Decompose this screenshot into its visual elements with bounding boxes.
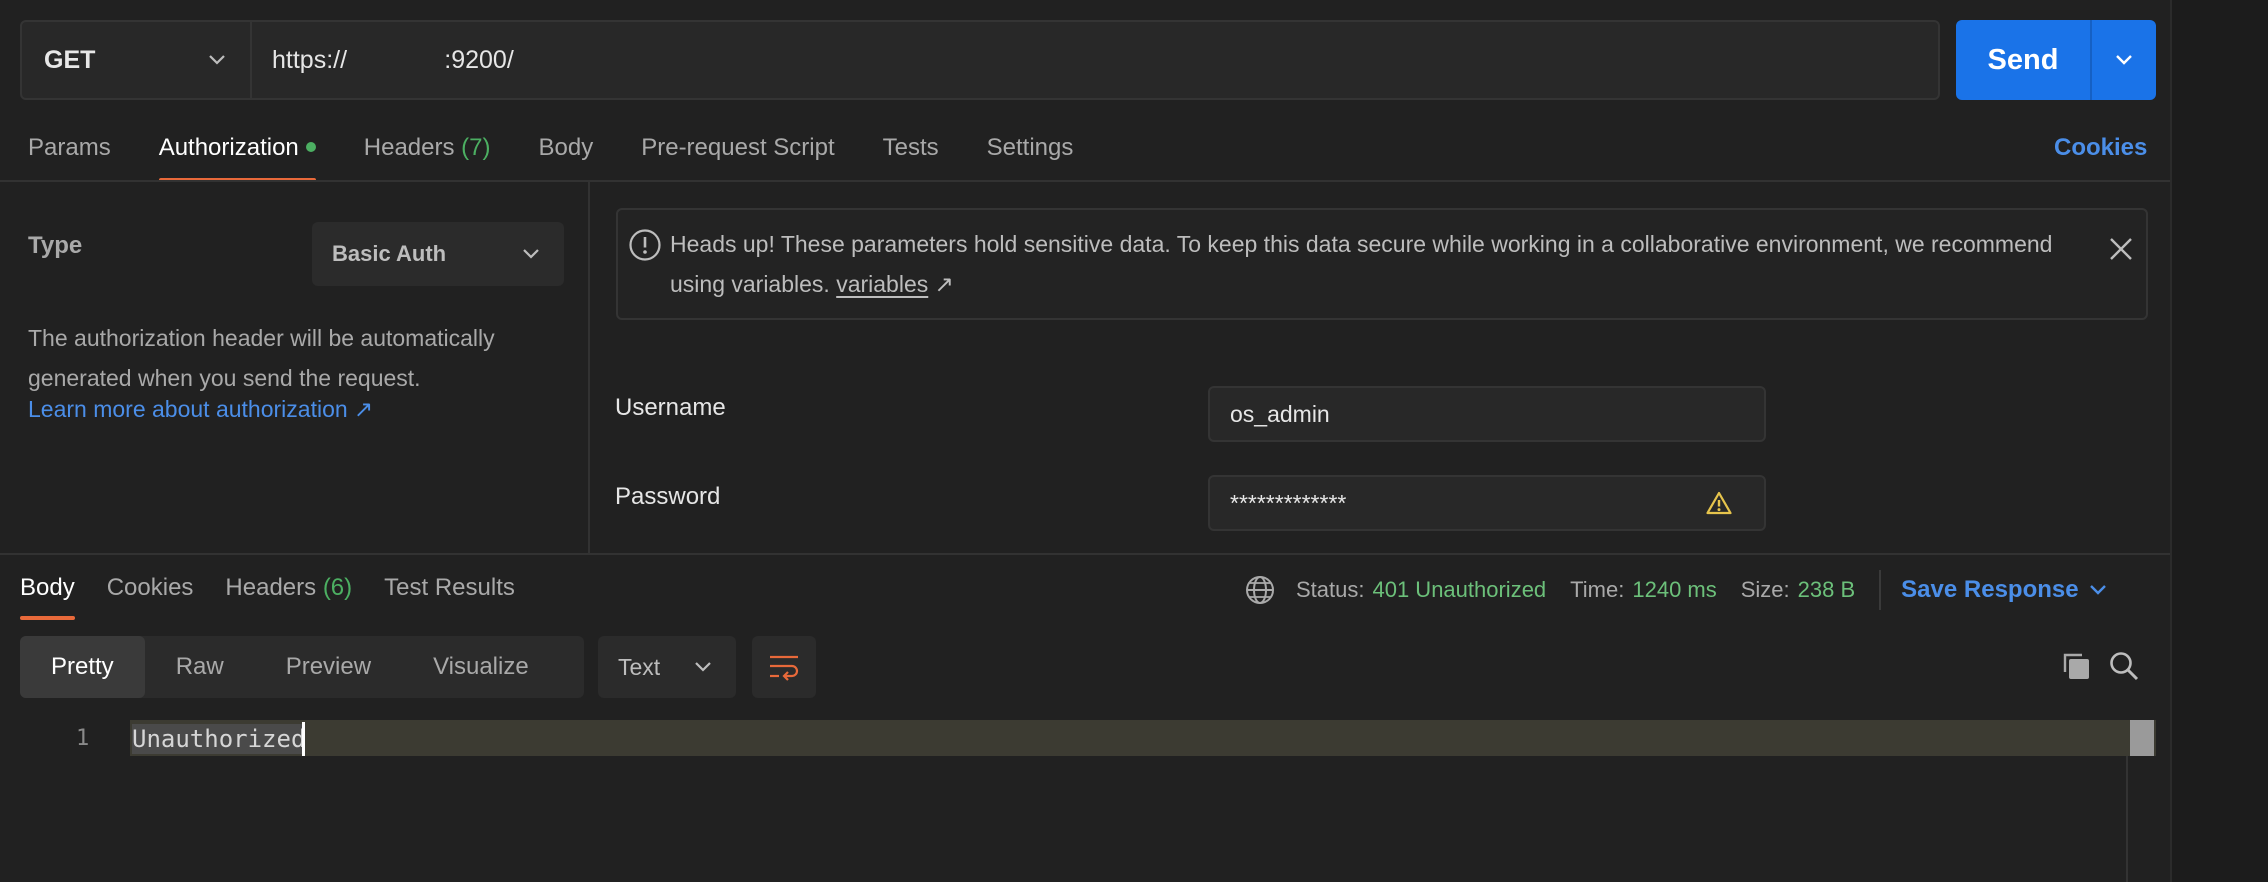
password-input[interactable]: ************* (1208, 475, 1766, 531)
response-body-text[interactable]: Unauthorized (132, 724, 306, 754)
method-select[interactable]: GET (22, 22, 252, 98)
auth-type-value: Basic Auth (332, 241, 447, 266)
format-visualize-button[interactable]: Visualize (402, 636, 560, 698)
auth-type-select[interactable]: Basic Auth (312, 222, 564, 286)
chevron-down-icon[interactable] (2089, 584, 2107, 596)
response-status-bar: Status: 401 Unauthorized Time: 1240 ms S… (1244, 570, 2107, 610)
body-format-switcher: Pretty Raw Preview Visualize (20, 636, 584, 698)
status-separator (1879, 570, 1882, 610)
password-value: ************* (1230, 489, 1347, 516)
time-label: Time: (1570, 577, 1625, 602)
size-value[interactable]: 238 B (1798, 577, 1856, 603)
headers-count: (7) (461, 134, 491, 161)
method-label: GET (44, 45, 96, 74)
text-caret (302, 722, 305, 756)
line-number: 1 (76, 726, 90, 751)
auth-description: The authorization header will be automat… (28, 325, 495, 391)
wrap-lines-icon (770, 655, 799, 681)
wrap-lines-button[interactable] (752, 636, 816, 698)
warning-triangle-icon (1706, 491, 1732, 515)
response-tabs: Body Cookies Headers (6) Test Results (20, 566, 547, 620)
type-label: Type (28, 232, 83, 259)
response-tab-test-results[interactable]: Test Results (384, 566, 515, 620)
response-tab-body[interactable]: Body (20, 566, 75, 620)
tab-tests[interactable]: Tests (883, 126, 939, 182)
send-button[interactable]: Send (1956, 20, 2092, 100)
chevron-down-icon (523, 249, 539, 259)
tab-body[interactable]: Body (539, 126, 594, 182)
password-label: Password (615, 483, 721, 510)
save-response-button[interactable]: Save Response (1901, 576, 2078, 604)
window-right-gutter (2170, 0, 2268, 882)
time-value[interactable]: 1240 ms (1632, 577, 1716, 603)
send-button-group: Send (1956, 20, 2156, 100)
notice-text: Heads up! These parameters hold sensitiv… (670, 231, 2053, 297)
tab-authorization[interactable]: Authorization (158, 126, 316, 182)
response-divider (0, 553, 2170, 555)
request-tabs: Params Authorization Headers (7) Body Pr… (28, 126, 1121, 182)
tab-settings[interactable]: Settings (987, 126, 1074, 182)
tab-headers[interactable]: Headers (7) (364, 126, 491, 182)
status-label: Status: (1296, 577, 1365, 602)
info-circle-icon (629, 229, 661, 261)
format-pretty-button[interactable]: Pretty (20, 636, 145, 698)
modified-dot-icon (305, 141, 316, 152)
chevron-down-icon (2116, 55, 2132, 65)
chevron-down-icon (209, 55, 225, 65)
response-headers-count: (6) (322, 574, 353, 601)
response-tab-cookies[interactable]: Cookies (107, 566, 194, 620)
close-icon[interactable] (2108, 236, 2134, 262)
url-input[interactable]: https:// :9200/ (252, 22, 1938, 98)
username-input[interactable]: os_admin (1208, 386, 1766, 442)
status-value[interactable]: 401 Unauthorized (1372, 577, 1546, 603)
cookies-link[interactable]: Cookies (2054, 134, 2147, 162)
copy-icon[interactable] (2060, 650, 2092, 682)
learn-more-link[interactable]: Learn more about authorization ↗ (28, 396, 373, 423)
url-bar: GET https:// :9200/ (20, 20, 1940, 100)
tab-pre-request-script[interactable]: Pre-request Script (641, 126, 834, 182)
size-label: Size: (1740, 577, 1790, 602)
code-line-highlight (130, 720, 2156, 756)
username-label: Username (615, 394, 726, 421)
search-icon[interactable] (2108, 650, 2140, 682)
external-link-icon: ↗ (934, 271, 954, 297)
sensitive-data-notice: Heads up! These parameters hold sensitiv… (616, 208, 2148, 320)
globe-icon[interactable] (1244, 574, 1276, 606)
chevron-down-icon (695, 662, 711, 672)
language-select[interactable]: Text (598, 636, 736, 698)
scrollbar-thumb[interactable] (2130, 720, 2154, 756)
response-tab-headers[interactable]: Headers (6) (225, 566, 352, 620)
format-preview-button[interactable]: Preview (255, 636, 402, 698)
format-raw-button[interactable]: Raw (145, 636, 255, 698)
send-options-button[interactable] (2092, 20, 2156, 100)
language-value: Text (618, 653, 661, 680)
variables-link[interactable]: variables (836, 271, 928, 297)
scrollbar-track[interactable] (2126, 756, 2128, 882)
tab-params[interactable]: Params (28, 126, 111, 182)
auth-type-panel: Type Basic Auth The authorization header… (0, 182, 590, 554)
